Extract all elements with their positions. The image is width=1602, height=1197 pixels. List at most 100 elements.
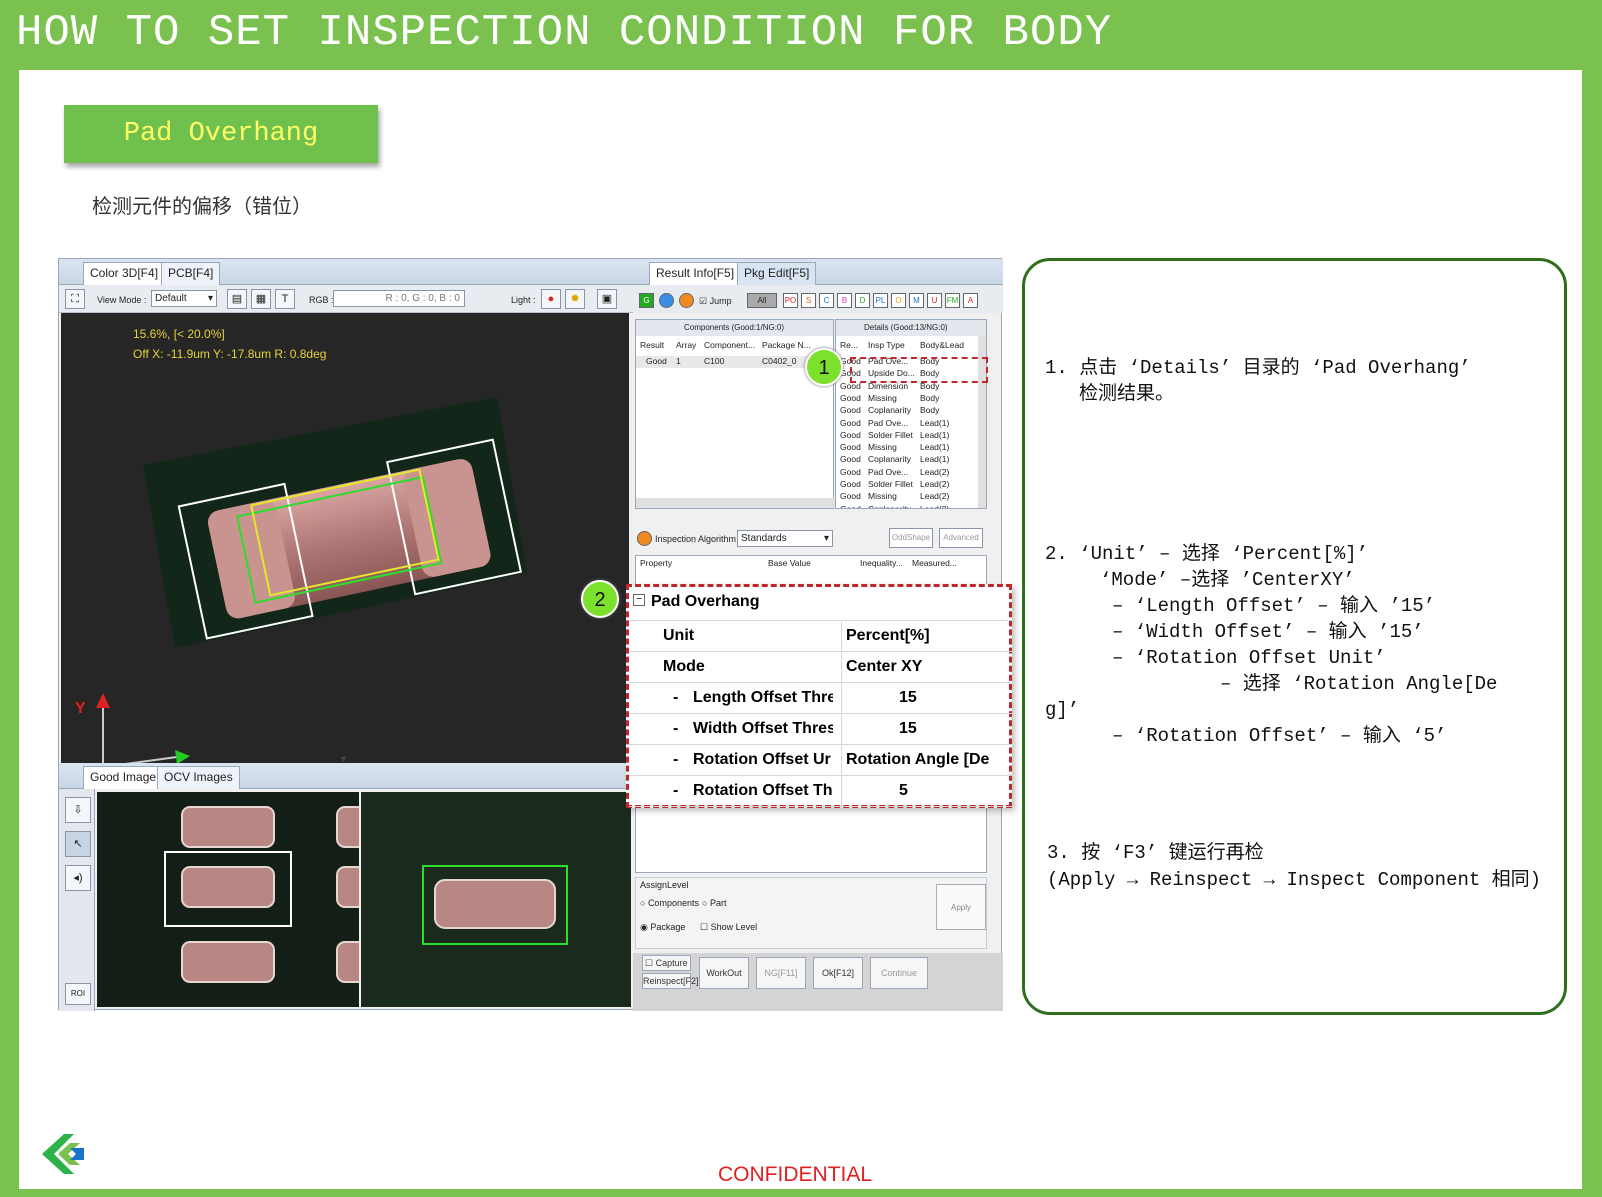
- filter-all[interactable]: All: [747, 293, 777, 308]
- property-row[interactable]: - Width Offset Thres 15: [629, 714, 1015, 745]
- components-columns: Result Array Component... Package N...: [640, 340, 811, 350]
- rgb-label: RGB :: [309, 295, 334, 305]
- filter-category-button[interactable]: O: [891, 293, 906, 308]
- filter-category-button[interactable]: A: [963, 293, 978, 308]
- chevron-down-icon: ▾: [823, 533, 829, 544]
- grid-icon[interactable]: ▦: [251, 289, 271, 309]
- component-3d-view[interactable]: 15.6%, [< 20.0%] Off X: -11.9um Y: -17.8…: [61, 313, 629, 783]
- table-row[interactable]: Good Missing Lead(1): [836, 442, 980, 454]
- radio-package[interactable]: ◉ Package: [640, 922, 685, 933]
- print-icon[interactable]: ▤: [227, 289, 247, 309]
- good-image-zoom-view[interactable]: [361, 792, 631, 1007]
- property-row[interactable]: - Length Offset Thre 15: [629, 683, 1015, 714]
- section-tab: Pad Overhang: [64, 105, 378, 163]
- table-row[interactable]: Good Coplanarity Body: [836, 405, 980, 417]
- tab-good-image[interactable]: Good Image: [83, 766, 164, 789]
- continue-button[interactable]: Continue: [870, 957, 928, 989]
- good-filter-icon[interactable]: G: [639, 293, 654, 308]
- tab-pcb[interactable]: PCB[F4]: [161, 262, 221, 285]
- tab-result-info[interactable]: Result Info[F5]: [649, 262, 742, 285]
- view-mode-label: View Mode :: [97, 295, 147, 305]
- filter-category-button[interactable]: PL: [873, 293, 888, 308]
- table-row[interactable]: Good Solder Fillet Lead(1): [836, 430, 980, 442]
- filter-category-button[interactable]: S: [801, 293, 816, 308]
- reinspect-button[interactable]: Reinspect[F2]: [642, 973, 699, 989]
- pin-icon[interactable]: ⇩: [65, 797, 91, 823]
- chip-thumb: [336, 866, 359, 908]
- filter-category-button[interactable]: U: [927, 293, 942, 308]
- filter-category-button[interactable]: PO: [783, 293, 798, 308]
- x-arrow-icon: [175, 750, 190, 764]
- lower-tab-strip: Good Image OCV Images: [59, 763, 633, 789]
- algorithm-icon: [637, 531, 652, 546]
- right-tab-strip: Result Info[F5] Pkg Edit[F5]: [633, 259, 1003, 285]
- horizontal-scrollbar[interactable]: [636, 498, 835, 508]
- table-row[interactable]: Good Coplanarity Lead(1): [836, 454, 980, 466]
- speaker-icon[interactable]: ◂): [65, 865, 91, 891]
- algorithm-row: Inspection Algorithm Standards ▾ OddShape…: [633, 527, 1003, 551]
- ok-button[interactable]: Ok[F12]: [813, 957, 863, 989]
- frame-right: [1582, 0, 1602, 1197]
- bulb-icon[interactable]: ✹: [565, 289, 585, 309]
- table-row[interactable]: Good Missing Lead(2): [836, 491, 980, 503]
- frame-bottom: [0, 1189, 1602, 1197]
- capture-checkbox[interactable]: ☐ Capture: [642, 955, 691, 971]
- step2-line4: – ‘Width Offset’ – 输入 ’15’: [1112, 621, 1424, 643]
- filter-category-button[interactable]: FM: [945, 293, 960, 308]
- oddshape-button[interactable]: OddShape: [889, 528, 933, 548]
- light-color-icon[interactable]: ●: [541, 289, 561, 309]
- chip-thumb: [181, 866, 275, 908]
- property-row[interactable]: - Rotation Offset Ur Rotation Angle [De: [629, 745, 1015, 776]
- table-row[interactable]: Good Missing Body: [836, 393, 980, 405]
- result-filter-bar: G ☑ Jump All PO S C B D PL O M U FM A: [633, 285, 1003, 313]
- step2-line6: – 选择 ‘Rotation Angle[De: [1220, 673, 1498, 695]
- property-group-row[interactable]: − Pad Overhang: [629, 587, 1015, 621]
- confidential-label: CONFIDENTIAL: [718, 1163, 873, 1186]
- filter-category-button[interactable]: M: [909, 293, 924, 308]
- algorithm-select[interactable]: Standards ▾: [737, 530, 833, 547]
- workout-button[interactable]: WorkOut: [699, 957, 749, 989]
- details-panel: Details (Good:13/NG:0) Re... Insp Type Bod…: [835, 319, 987, 509]
- ng-button[interactable]: NG[F11]: [756, 957, 806, 989]
- table-row[interactable]: Good Pad Ove... Lead(2): [836, 467, 980, 479]
- callout-1: 1: [805, 348, 843, 386]
- chip-zoom: [434, 879, 556, 929]
- orange-filter-icon[interactable]: [679, 293, 694, 308]
- tab-ocv-images[interactable]: OCV Images: [157, 766, 240, 789]
- radio-part[interactable]: ○ Part: [702, 898, 726, 908]
- show-level-checkbox[interactable]: ☐ Show Level: [700, 922, 757, 933]
- property-row[interactable]: Mode Center XY: [629, 652, 1015, 683]
- pointer-icon[interactable]: ↖: [65, 831, 91, 857]
- details-header: Details (Good:13/NG:0): [836, 320, 986, 336]
- step2-line2: ‘Mode’ –选择 ’CenterXY’: [1100, 569, 1355, 591]
- light-label: Light :: [511, 295, 536, 305]
- text-icon[interactable]: T: [275, 289, 295, 309]
- filter-category-button[interactable]: B: [837, 293, 852, 308]
- property-group-name: Pad Overhang: [651, 593, 760, 610]
- save-icon[interactable]: ▣: [597, 289, 617, 309]
- property-row[interactable]: Unit Percent[%]: [629, 621, 1015, 652]
- slide-title: HOW TO SET INSPECTION CONDITION FOR BODY: [16, 8, 1113, 58]
- tab-color3d[interactable]: Color 3D[F4]: [83, 262, 166, 285]
- table-row[interactable]: Good Solder Fillet Lead(2): [836, 479, 980, 491]
- table-row[interactable]: Good Coplanarity Lead(2): [836, 504, 980, 508]
- good-image-board-view[interactable]: [97, 792, 359, 1007]
- roi-button[interactable]: ROI: [65, 983, 91, 1005]
- property-row[interactable]: - Rotation Offset Th 5: [629, 776, 1015, 807]
- filter-category-button[interactable]: D: [855, 293, 870, 308]
- filter-category-button[interactable]: C: [819, 293, 834, 308]
- subtitle: 检测元件的偏移（错位）: [92, 196, 312, 218]
- jump-checkbox[interactable]: ☑ Jump: [699, 296, 732, 307]
- pad-overhang-properties-zoom: − Pad Overhang Unit Percent[%] Mode Center …: [626, 584, 1015, 808]
- tab-pkg-edit[interactable]: Pkg Edit[F5]: [737, 262, 817, 285]
- step1-line2: 检测结果。: [1079, 383, 1175, 405]
- advanced-button[interactable]: Advanced: [939, 528, 983, 548]
- table-row[interactable]: Good Pad Ove... Lead(1): [836, 418, 980, 430]
- view-icon[interactable]: ⛶: [65, 289, 85, 309]
- apply-button[interactable]: Apply: [936, 884, 986, 930]
- y-axis-label: Y: [75, 700, 86, 717]
- view-mode-select[interactable]: Default ▾: [151, 290, 217, 307]
- radio-components[interactable]: ○ Components: [640, 898, 699, 908]
- collapse-icon[interactable]: −: [633, 594, 645, 606]
- blue-filter-icon[interactable]: [659, 293, 674, 308]
